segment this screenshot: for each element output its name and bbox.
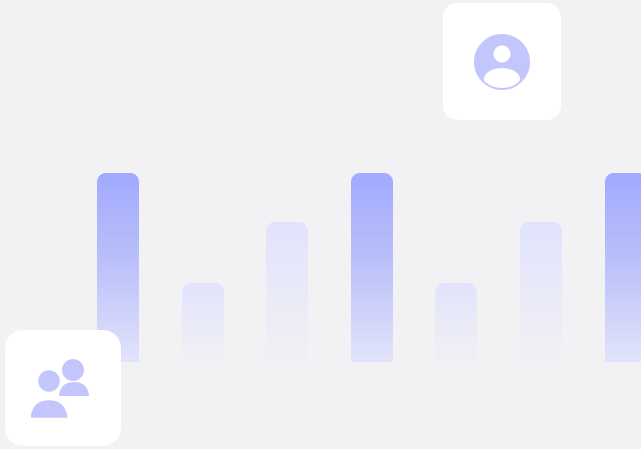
decorative-bar	[351, 173, 393, 362]
decorative-bar	[182, 283, 224, 362]
group-card	[5, 330, 121, 446]
illustration-canvas	[0, 0, 641, 449]
decorative-bar	[266, 222, 308, 362]
users-group-icon	[31, 356, 95, 420]
user-card	[443, 3, 561, 120]
decorative-bar	[435, 283, 477, 362]
decorative-bar	[520, 222, 562, 362]
user-circle-icon	[474, 33, 530, 90]
decorative-bar	[605, 173, 641, 362]
